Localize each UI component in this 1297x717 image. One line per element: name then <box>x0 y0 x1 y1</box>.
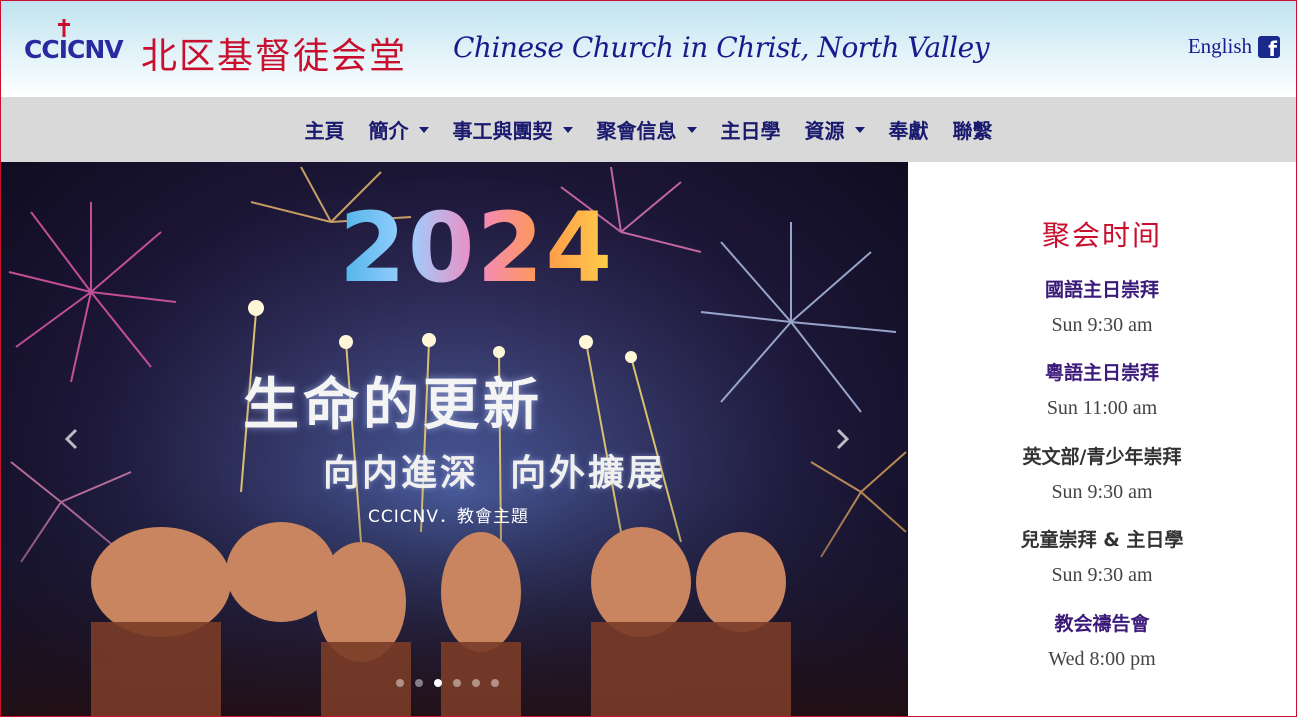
hero-carousel: 2024 生命的更新 向内進深 向外擴展 CCICNV．教會主題 <box>1 162 908 716</box>
caret-down-icon <box>854 126 865 133</box>
carousel-dot[interactable] <box>453 679 461 687</box>
service-time: Sun 9:30 am <box>1051 564 1153 586</box>
service-time: Sun 9:30 am <box>1051 314 1153 336</box>
service-name: 教会禱告會 <box>1054 613 1150 635</box>
nav-item-label: 簡介 <box>368 119 409 143</box>
nav-item-ministries[interactable]: 事工與團契 <box>453 115 573 144</box>
service-name: 兒童崇拜 & 主日學 <box>1020 529 1184 551</box>
chevron-left-icon[interactable] <box>57 424 87 454</box>
caret-down-icon <box>562 126 573 133</box>
logo-text: CCICNV <box>24 34 124 64</box>
main-nav: 主頁 簡介 事工與團契 聚會信息 主日學 資源 奉獻 聯繫 <box>1 97 1296 162</box>
caret-down-icon <box>418 126 429 133</box>
slide-title: 生命的更新 <box>243 373 543 438</box>
service-time: Sun 11:00 am <box>1046 397 1158 419</box>
nav-item-label: 資源 <box>804 119 845 143</box>
nav-item-meetings[interactable]: 聚會信息 <box>597 115 697 144</box>
slide-subtitle: 向内進深 向外擴展 <box>323 453 667 494</box>
service-time: Wed 8:00 pm <box>1048 648 1156 670</box>
page-frame: CCICNV 北区基督徒会堂 Chinese Church in Christ,… <box>0 0 1297 717</box>
service-times-heading: 聚会时间 <box>1041 219 1162 252</box>
carousel-indicators <box>396 679 499 687</box>
nav-item-label: 聯繫 <box>952 119 993 143</box>
nav-item-label: 奉獻 <box>888 119 929 143</box>
church-name-english: Chinese Church in Christ, North Valley <box>453 31 990 64</box>
service-name: 國語主日崇拜 <box>1044 279 1159 301</box>
service-name: 粵語主日崇拜 <box>1044 362 1159 384</box>
nav-item-label: 事工與團契 <box>452 119 553 143</box>
nav-item-giving[interactable]: 奉獻 <box>889 115 929 144</box>
slide-year: 2024 <box>339 192 615 304</box>
service-times-panel: 聚会时间 國語主日崇拜 Sun 9:30 am 粵語主日崇拜 Sun 11:00… <box>908 162 1296 716</box>
english-link[interactable]: English <box>1188 34 1252 59</box>
service-name: 英文部/青少年崇拜 <box>1022 446 1182 468</box>
chevron-right-icon[interactable] <box>827 424 857 454</box>
nav-item-contact[interactable]: 聯繫 <box>953 115 993 144</box>
carousel-dot-active[interactable] <box>434 679 442 687</box>
cross-icon <box>58 19 70 37</box>
carousel-dot[interactable] <box>491 679 499 687</box>
service-time: Sun 9:30 am <box>1051 481 1153 503</box>
nav-item-label: 主頁 <box>304 119 345 143</box>
language-switcher: English f <box>1188 34 1280 60</box>
nav-item-label: 主日學 <box>720 119 781 143</box>
facebook-icon[interactable]: f <box>1258 35 1280 60</box>
carousel-dot[interactable] <box>472 679 480 687</box>
carousel-dot[interactable] <box>415 679 423 687</box>
nav-item-label: 聚會信息 <box>596 119 677 143</box>
nav-item-sunday-school[interactable]: 主日學 <box>721 115 781 144</box>
site-header: CCICNV 北区基督徒会堂 Chinese Church in Christ,… <box>1 1 1296 97</box>
carousel-dot[interactable] <box>396 679 404 687</box>
site-logo[interactable]: CCICNV <box>24 19 124 69</box>
church-name-chinese: 北区基督徒会堂 <box>141 36 408 77</box>
nav-item-resources[interactable]: 資源 <box>805 115 865 144</box>
slide-caption: CCICNV．教會主題 <box>368 507 529 527</box>
caret-down-icon <box>686 126 697 133</box>
nav-item-about[interactable]: 簡介 <box>369 115 429 144</box>
nav-item-home[interactable]: 主頁 <box>305 115 345 144</box>
